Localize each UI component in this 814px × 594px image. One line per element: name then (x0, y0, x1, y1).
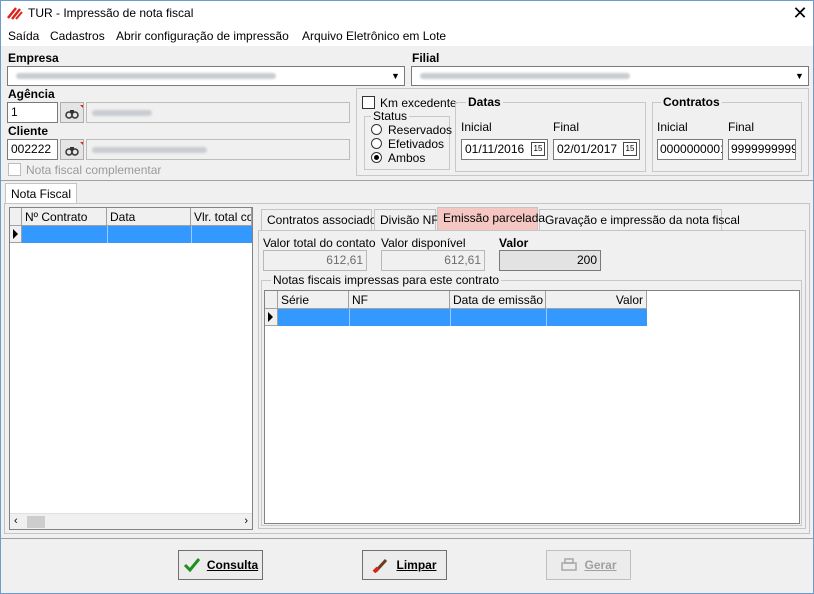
table-row[interactable] (22, 226, 252, 243)
col-header-contrato[interactable]: Nº Contrato (22, 208, 107, 226)
cliente-label: Cliente (8, 124, 49, 138)
tab-label: Divisão NF (380, 213, 439, 227)
empresa-combo[interactable]: ▼ (7, 66, 405, 86)
radio-efetivados-label: Efetivados (388, 137, 445, 151)
window-title: TUR - Impressão de nota fiscal (28, 6, 194, 20)
gerar-label: Gerar (584, 558, 617, 572)
contrato-final-input[interactable]: 9999999999 (728, 139, 796, 160)
valor-total-field: 612,61 (263, 250, 367, 271)
radio-ambos[interactable] (371, 152, 382, 163)
filial-label: Filial (412, 51, 440, 65)
scroll-thumb[interactable] (27, 516, 45, 528)
datas-final-label: Final (553, 120, 580, 134)
notas-grid[interactable]: Série NF Data de emissão Valor (264, 290, 800, 524)
contratos-inicial-label: Inicial (657, 120, 688, 134)
datas-inicial-label: Inicial (461, 120, 492, 134)
printer-icon (561, 558, 578, 571)
checkmark-icon (183, 558, 200, 573)
binoculars-icon (65, 105, 83, 119)
tab-label: Gravação e impressão da nota fiscal (545, 213, 740, 227)
radio-reservados-label: Reservados (388, 123, 453, 137)
scroll-right-icon[interactable]: › (244, 515, 248, 527)
menu-saida[interactable]: Saída (8, 29, 39, 43)
contrato-inicial-input[interactable]: 0000000001 (657, 139, 723, 160)
data-inicial-value: 01/11/2016 (465, 142, 525, 156)
cliente-name-field (86, 139, 350, 160)
status-group-title: Status (371, 109, 410, 123)
notas-group-title: Notas fiscais impressas para este contra… (271, 273, 502, 287)
tab-nota-fiscal[interactable]: Nota Fiscal (5, 183, 78, 204)
col-header-nf[interactable]: NF (349, 291, 450, 309)
app-logo-icon (7, 7, 23, 20)
radio-efetivados[interactable] (371, 138, 382, 149)
menu-abrir-configuracao[interactable]: Abrir configuração de impressão (116, 29, 289, 43)
horizontal-scrollbar[interactable]: ‹ › (10, 513, 252, 529)
contracts-grid[interactable]: Nº Contrato Data Vlr. total cor ‹ › (9, 207, 253, 530)
menu-bar: Saída Cadastros Abrir configuração de im… (1, 26, 813, 46)
agencia-search-button[interactable] (60, 102, 84, 123)
row-indicator[interactable] (265, 309, 278, 326)
gerar-button[interactable]: Gerar (546, 550, 631, 580)
valor-label: Valor (499, 236, 529, 250)
data-final-input[interactable]: 02/01/2017 15 (553, 139, 640, 160)
eraser-icon (373, 558, 388, 573)
agencia-name-field (86, 102, 350, 123)
tab-nota-fiscal-label: Nota Fiscal (11, 187, 72, 201)
calendar-icon[interactable]: 15 (531, 142, 545, 156)
separator (1, 538, 813, 539)
empresa-label: Empresa (8, 51, 59, 65)
limpar-label: Limpar (396, 558, 437, 572)
limpar-button[interactable]: Limpar (362, 550, 447, 580)
grid-corner (10, 208, 22, 226)
valor-disponivel-label: Valor disponível (381, 236, 466, 250)
menu-cadastros[interactable]: Cadastros (50, 29, 105, 43)
close-icon[interactable]: ✕ (789, 2, 811, 24)
col-header-serie[interactable]: Série (278, 291, 349, 309)
col-header-valor[interactable]: Valor (546, 291, 647, 309)
nota-complementar-label: Nota fiscal complementar (26, 163, 162, 177)
row-indicator[interactable] (10, 226, 22, 243)
scroll-left-icon[interactable]: ‹ (14, 515, 18, 527)
km-excedente-checkbox[interactable] (362, 96, 375, 109)
cliente-search-button[interactable] (60, 139, 84, 160)
agencia-label: Agência (8, 87, 55, 101)
data-inicial-input[interactable]: 01/11/2016 15 (461, 139, 548, 160)
title-bar: TUR - Impressão de nota fiscal ✕ (1, 1, 813, 26)
chevron-down-icon[interactable]: ▼ (388, 68, 403, 84)
tab-label: Emissão parcelada (443, 211, 546, 225)
menu-arquivo-eletronico[interactable]: Arquivo Eletrônico em Lote (302, 29, 446, 43)
col-header-data-emissao[interactable]: Data de emissão (450, 291, 546, 309)
calendar-icon[interactable]: 15 (623, 142, 637, 156)
grid-corner (265, 291, 278, 309)
valor-input[interactable]: 200 (499, 250, 601, 271)
cliente-code-input[interactable]: 002222 (7, 139, 58, 160)
radio-reservados[interactable] (371, 124, 382, 135)
radio-ambos-label: Ambos (388, 151, 426, 165)
separator (1, 180, 813, 181)
chevron-down-icon[interactable]: ▼ (792, 68, 807, 84)
tab-emissao-parcelada[interactable]: Emissão parcelada (437, 207, 545, 230)
valor-total-label: Valor total do contato (263, 236, 376, 250)
tab-label: Contratos associados (267, 213, 383, 227)
km-excedente-label: Km excedente (380, 96, 457, 110)
filial-combo[interactable]: ▼ (411, 66, 809, 86)
tab-divisao-nf[interactable]: Divisão NF (374, 209, 439, 230)
contratos-final-label: Final (728, 120, 755, 134)
valor-disponivel-field: 612,61 (381, 250, 485, 271)
binoculars-icon (65, 142, 83, 156)
consulta-label: Consulta (206, 558, 259, 572)
datas-group-title: Datas (466, 95, 503, 109)
consulta-button[interactable]: Consulta (178, 550, 263, 580)
contratos-group: Contratos (652, 95, 802, 172)
nota-complementar-checkbox[interactable] (8, 163, 21, 176)
agencia-code-input[interactable]: 1 (7, 102, 58, 123)
col-header-data[interactable]: Data (107, 208, 191, 226)
contratos-group-title: Contratos (661, 95, 722, 109)
tab-gravacao-impressao[interactable]: Gravação e impressão da nota fiscal (539, 209, 740, 230)
col-header-valor-total[interactable]: Vlr. total cor (191, 208, 252, 226)
data-final-value: 02/01/2017 (557, 142, 618, 156)
datas-group: Datas (455, 95, 646, 172)
table-row[interactable] (278, 309, 647, 326)
tab-contratos-associados[interactable]: Contratos associados (261, 209, 382, 230)
